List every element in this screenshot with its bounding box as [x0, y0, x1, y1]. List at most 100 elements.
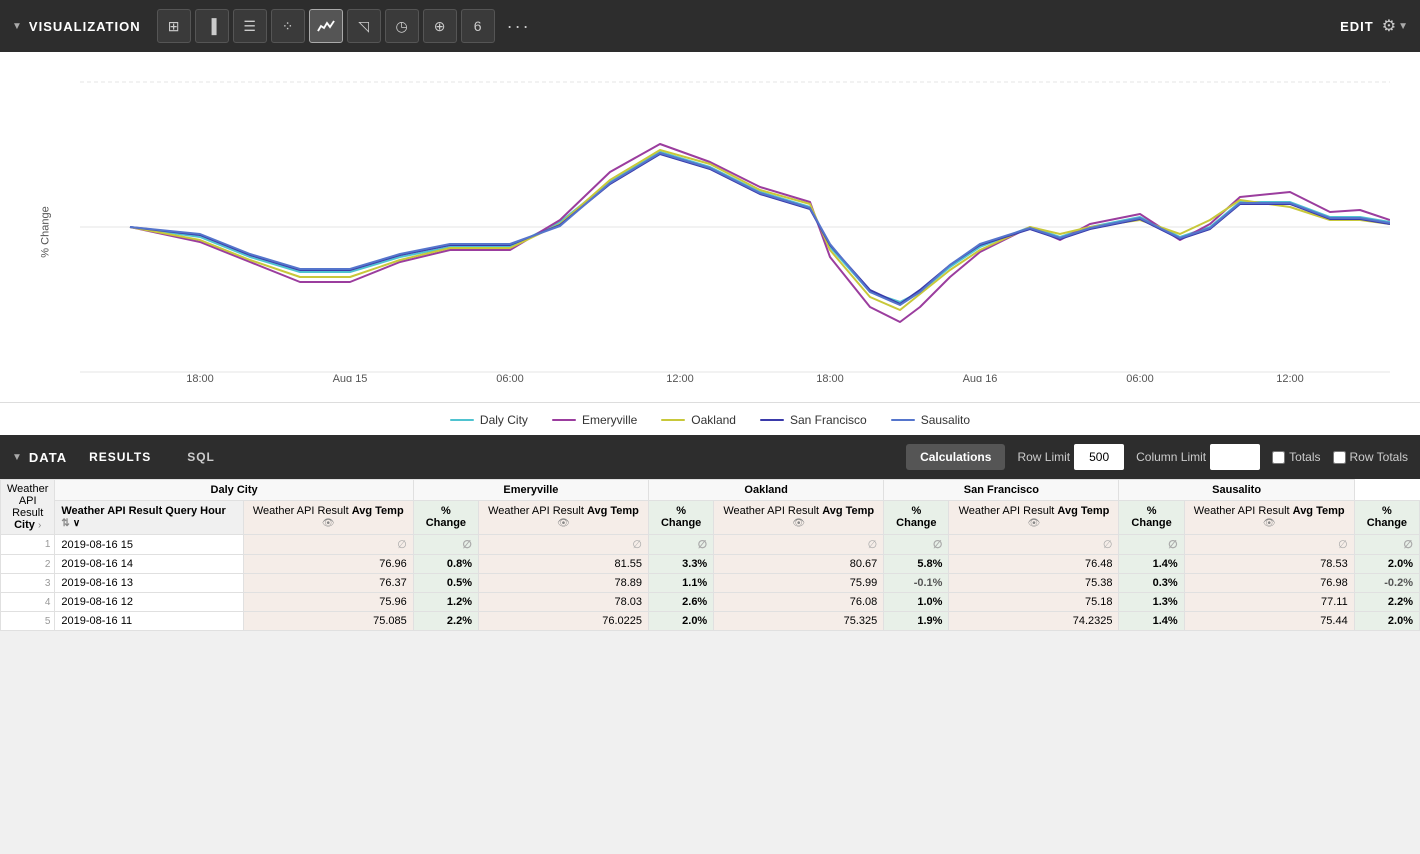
scatter-icon[interactable]: ⁘ — [271, 9, 305, 43]
six-icon[interactable]: 6 — [461, 9, 495, 43]
legend-label-sausalito: Sausalito — [921, 413, 970, 427]
totals-checkbox[interactable] — [1272, 451, 1285, 464]
th-daly-avg: Weather API Result Avg Temp 👁 — [243, 500, 413, 534]
cell-avg: 75.99 — [714, 574, 884, 593]
data-bar: ▼ DATA RESULTS SQL Calculations Row Limi… — [0, 435, 1420, 479]
cell-avg: 78.03 — [478, 593, 648, 612]
area-chart-icon[interactable]: ◹ — [347, 9, 381, 43]
th-emery-pct: % Change — [649, 500, 714, 534]
legend-label-emeryville: Emeryville — [582, 413, 637, 427]
more-icon[interactable]: ··· — [503, 16, 535, 37]
row-label: 2019-08-16 13 — [55, 574, 243, 593]
top-bar-left: ▼ VISUALIZATION ⊞ ▐ ☰ ⁘ ◹ ◷ ⊕ 6 ··· — [12, 9, 1334, 43]
cell-avg: 76.48 — [949, 555, 1119, 574]
visualization-label: ▼ VISUALIZATION — [12, 19, 141, 34]
col-limit-input[interactable] — [1210, 444, 1260, 470]
row-number: 3 — [1, 574, 55, 593]
cell-avg: 75.18 — [949, 593, 1119, 612]
cell-pct: 2.2% — [413, 612, 478, 631]
th-san-francisco: San Francisco — [884, 480, 1119, 501]
th-saus-pct: % Change — [1354, 500, 1419, 534]
line-chart-svg: 0.0% -10.0% 18:00 Aug 15 06:00 12:00 18:… — [80, 72, 1390, 382]
row-label: 2019-08-16 12 — [55, 593, 243, 612]
cell-avg: 76.98 — [1184, 574, 1354, 593]
svg-text:Aug 15: Aug 15 — [333, 373, 368, 382]
cell-pct: ∅ — [649, 535, 714, 555]
legend-daly-city: Daly City — [450, 413, 528, 427]
cell-pct: 1.2% — [413, 593, 478, 612]
th-saus-avg: Weather API Result Avg Temp 👁 — [1184, 500, 1354, 534]
cell-avg: ∅ — [949, 535, 1119, 555]
cell-avg: 76.0225 — [478, 612, 648, 631]
chart-container: % Change 0.0% -10.0% 18:00 Aug 15 06:00 … — [20, 72, 1400, 392]
clock-icon[interactable]: ◷ — [385, 9, 419, 43]
cell-pct: 1.4% — [1119, 612, 1184, 631]
viz-title: VISUALIZATION — [29, 19, 141, 34]
cell-avg: 74.2325 — [949, 612, 1119, 631]
table-row: 42019-08-16 1275.961.2%78.032.6%76.081.0… — [1, 593, 1420, 612]
cell-avg: 75.325 — [714, 612, 884, 631]
cell-pct: ∅ — [1119, 535, 1184, 555]
cell-avg: 75.96 — [243, 593, 413, 612]
cell-pct: ∅ — [413, 535, 478, 555]
row-totals-checkbox-group: Row Totals — [1333, 450, 1408, 464]
data-table: Weather API ResultCity › Daly City Emery… — [0, 479, 1420, 631]
th-daly-city: Daly City — [55, 480, 413, 501]
cell-avg: ∅ — [1184, 535, 1354, 555]
cell-pct: 2.2% — [1354, 593, 1419, 612]
legend-oakland: Oakland — [661, 413, 736, 427]
svg-text:06:00: 06:00 — [1126, 373, 1154, 382]
cell-pct: 0.8% — [413, 555, 478, 574]
row-label: 2019-08-16 11 — [55, 612, 243, 631]
chart-svg-wrapper: 0.0% -10.0% 18:00 Aug 15 06:00 12:00 18:… — [80, 72, 1400, 385]
cell-pct: ∅ — [884, 535, 949, 555]
globe-icon[interactable]: ⊕ — [423, 9, 457, 43]
legend-emeryville: Emeryville — [552, 413, 637, 427]
th-oak-avg: Weather API Result Avg Temp 👁 — [714, 500, 884, 534]
cell-avg: 76.96 — [243, 555, 413, 574]
cell-pct: 2.0% — [649, 612, 714, 631]
data-section-label: ▼ DATA — [12, 450, 67, 465]
calculations-button[interactable]: Calculations — [906, 444, 1005, 470]
list-icon[interactable]: ☰ — [233, 9, 267, 43]
cell-pct: ∅ — [1354, 535, 1419, 555]
cell-avg: 80.67 — [714, 555, 884, 574]
table-row: 12019-08-16 15∅∅∅∅∅∅∅∅∅∅ — [1, 535, 1420, 555]
bar-chart-icon[interactable]: ▐ — [195, 9, 229, 43]
chart-area: % Change 0.0% -10.0% 18:00 Aug 15 06:00 … — [0, 52, 1420, 403]
cell-avg: 77.11 — [1184, 593, 1354, 612]
settings-icon[interactable]: ⚙ ▼ — [1382, 16, 1408, 36]
row-limit-input[interactable] — [1074, 444, 1124, 470]
col-limit-label: Column Limit — [1136, 450, 1206, 464]
cell-pct: -0.1% — [884, 574, 949, 593]
cell-pct: 2.0% — [1354, 612, 1419, 631]
tab-results[interactable]: RESULTS — [71, 442, 169, 472]
chevron-down-icon-data: ▼ — [12, 452, 23, 463]
cell-pct: 1.4% — [1119, 555, 1184, 574]
th-sf-avg: Weather API Result Avg Temp 👁 — [949, 500, 1119, 534]
line-chart-icon[interactable] — [309, 9, 343, 43]
row-number: 5 — [1, 612, 55, 631]
tab-sql[interactable]: SQL — [169, 442, 233, 472]
chevron-down-icon: ▼ — [12, 21, 23, 32]
th-sf-pct: % Change — [1119, 500, 1184, 534]
cell-avg: 75.44 — [1184, 612, 1354, 631]
svg-text:12:00: 12:00 — [666, 373, 694, 382]
th-emery-avg: Weather API Result Avg Temp 👁 — [478, 500, 648, 534]
legend-label-oakland: Oakland — [691, 413, 736, 427]
top-bar: ▼ VISUALIZATION ⊞ ▐ ☰ ⁘ ◹ ◷ ⊕ 6 ··· EDIT… — [0, 0, 1420, 52]
cell-avg: 81.55 — [478, 555, 648, 574]
legend-line-emeryville — [552, 419, 576, 421]
cell-pct: 0.5% — [413, 574, 478, 593]
legend-sausalito: Sausalito — [891, 413, 970, 427]
chart-legend: Daly City Emeryville Oakland San Francis… — [0, 403, 1420, 435]
row-totals-checkbox[interactable] — [1333, 451, 1346, 464]
cell-pct: 3.3% — [649, 555, 714, 574]
table-row: 52019-08-16 1175.0852.2%76.02252.0%75.32… — [1, 612, 1420, 631]
edit-button[interactable]: EDIT — [1340, 19, 1374, 34]
legend-line-oakland — [661, 419, 685, 421]
cell-pct: 1.3% — [1119, 593, 1184, 612]
top-bar-right: EDIT ⚙ ▼ — [1340, 16, 1408, 36]
row-limit-label: Row Limit — [1017, 450, 1070, 464]
table-icon[interactable]: ⊞ — [157, 9, 191, 43]
